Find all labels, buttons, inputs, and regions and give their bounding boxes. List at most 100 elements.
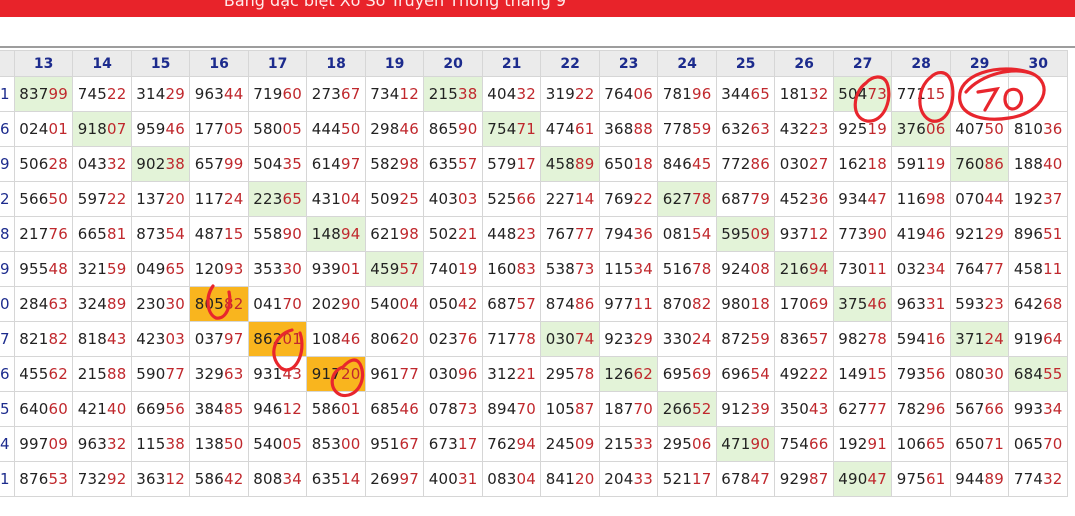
result-cell: 82182 [13,321,74,357]
number-head: 740 [428,260,459,278]
header-row: 13 14 15 16 17 18 19 20 21 22 23 24 25 26 27 28 29 30 [0,50,1068,77]
number-tail: 22 [107,85,127,103]
number-head: 865 [428,120,459,138]
table-row: 1 87653 73292 36312 58642 80834 63514 26997 4003… [0,461,1068,497]
number-tail: 65 [926,435,946,453]
result-cell: 37606 [891,111,951,147]
number-head: 841 [545,470,576,488]
number-tail: 85 [224,400,244,418]
number-tail: 91 [867,435,888,453]
number-head: 384 [194,400,225,418]
number-tail: 38 [165,155,186,173]
column-header: 22 [540,50,600,77]
result-cell: 02401 [13,111,74,147]
result-cell: 45236 [774,181,834,217]
table-body: 1 83799 74522 31429 96344 71960 27367 73412 2153… [0,76,1068,497]
number-head: 805 [194,295,225,313]
number-tail: 54 [165,225,186,243]
number-head: 330 [662,330,693,348]
number-tail: 01 [48,120,69,138]
number-tail: 60 [48,400,69,418]
number-head: 810 [1013,120,1044,138]
number-tail: 88 [633,120,654,138]
number-tail: 05 [282,120,303,138]
number-tail: 32 [809,85,829,103]
number-head: 846 [662,155,693,173]
number-tail: 96 [926,400,946,418]
column-header: 16 [189,50,249,77]
number-tail: 22 [809,365,829,383]
number-tail: 31 [458,470,478,488]
number-head: 685 [370,400,400,418]
row-label: 9 [0,146,15,182]
number-tail: 67 [399,435,420,453]
number-tail: 66 [809,435,829,453]
result-cell: 75466 [774,426,834,462]
number-head: 403 [428,190,459,208]
number-head: 432 [779,120,810,138]
result-cell: 18770 [598,391,659,427]
number-head: 371 [955,330,985,348]
result-cell: 80620 [364,321,425,357]
number-head: 049 [136,260,166,278]
number-head: 216 [779,260,810,278]
result-cell: 52117 [657,461,717,497]
result-cell: 32159 [72,251,132,287]
number-head: 593 [955,295,985,313]
result-cell: 45889 [540,146,600,182]
result-cell: 35330 [247,251,308,287]
number-tail: 46 [165,120,186,138]
number-tail: 86 [984,155,1005,173]
number-head: 504 [838,85,868,103]
number-head: 919 [1013,330,1044,348]
column-header: 24 [657,50,717,77]
result-cell: 59509 [715,216,776,252]
number-head: 959 [136,120,166,138]
number-tail: 32 [516,85,537,103]
number-head: 353 [253,260,283,278]
number-tail: 63 [224,365,244,383]
column-header: 26 [774,50,834,77]
number-head: 754 [487,120,517,138]
number-tail: 20 [575,470,595,488]
result-cell: 92329 [598,321,659,357]
number-head: 590 [136,365,166,383]
number-tail: 40 [1043,155,1063,173]
result-cell: 95548 [13,251,74,287]
number-head: 295 [662,435,693,453]
number-tail: 05 [282,435,303,453]
number-tail: 34 [1043,400,1063,418]
table-row: 7 82182 81843 42303 03797 86201 10846 80620 0237… [0,321,1068,357]
column-header: 29 [949,50,1010,77]
number-tail: 65 [165,260,186,278]
number-tail: 57 [516,295,537,313]
number-tail: 78 [516,330,537,348]
result-cell: 93901 [306,251,366,287]
number-head: 117 [194,190,225,208]
result-cell: 86590 [423,111,483,147]
number-tail: 99 [224,155,244,173]
number-tail: 34 [633,260,654,278]
number-head: 769 [604,190,634,208]
number-head: 162 [838,155,868,173]
number-head: 458 [1013,260,1044,278]
number-head: 115 [136,435,166,453]
number-head: 937 [779,225,810,243]
number-tail: 70 [1043,435,1063,453]
number-tail: 76 [458,330,478,348]
number-tail: 36 [809,190,829,208]
number-head: 284 [19,295,49,313]
number-head: 896 [1013,225,1044,243]
number-head: 762 [487,435,517,453]
result-cell: 55890 [247,216,308,252]
row-label: 8 [0,216,15,252]
result-cell: 53873 [540,251,600,287]
result-cell: 76777 [540,216,600,252]
number-tail: 30 [165,295,186,313]
result-cell: 93447 [832,181,893,217]
number-tail: 17 [458,435,478,453]
row-label: 2 [0,181,15,217]
number-head: 993 [1013,400,1044,418]
number-head: 070 [955,190,985,208]
number-tail: 27 [809,155,829,173]
